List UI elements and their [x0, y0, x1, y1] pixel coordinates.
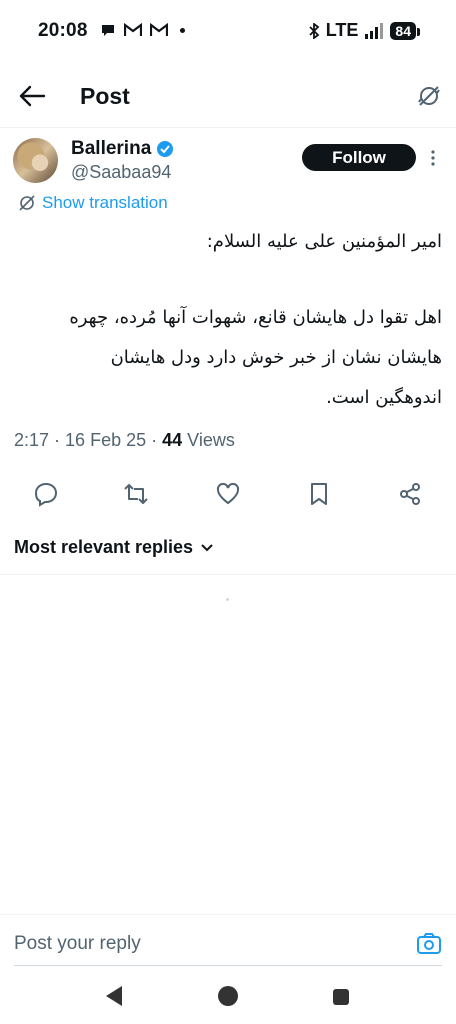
post-text-line-2: اهل تقوا دل هایشان قانع، شهوات آنها مُرد…	[69, 307, 442, 328]
repost-icon[interactable]	[123, 481, 149, 507]
author-name[interactable]: Ballerina	[71, 138, 151, 160]
reply-icon[interactable]	[33, 481, 59, 507]
replies-divider	[0, 574, 456, 575]
replies-sort-dropdown[interactable]: Most relevant replies	[14, 537, 213, 558]
author-handle[interactable]: @Saabaa94	[71, 162, 171, 183]
follow-button[interactable]: Follow	[302, 144, 416, 171]
reply-input[interactable]: Post your reply	[14, 933, 141, 955]
nav-home-icon[interactable]	[218, 986, 238, 1006]
composer-underline	[14, 965, 442, 966]
post-text-line-1: امیر المؤمنین علی علیه السلام:	[206, 231, 442, 252]
views-count[interactable]: 44	[162, 430, 182, 450]
camera-icon[interactable]	[416, 931, 442, 955]
gmail-icon	[124, 23, 142, 36]
network-type: LTE	[325, 20, 359, 40]
gmail-icon-2	[150, 23, 168, 36]
back-arrow-icon[interactable]	[18, 84, 46, 108]
views-label[interactable]: Views	[187, 430, 235, 450]
show-translation-label[interactable]: Show translation	[42, 193, 168, 213]
loading-indicator	[226, 598, 229, 601]
heart-icon[interactable]	[215, 481, 241, 507]
header-divider	[0, 127, 456, 128]
chevron-down-icon	[201, 543, 213, 551]
post-text-line-4: اندوهگین است.	[326, 387, 442, 408]
bluetooth-icon	[309, 22, 320, 39]
composer-divider	[0, 914, 456, 915]
replies-sort-label[interactable]: Most relevant replies	[14, 537, 193, 558]
status-time: 20:08	[38, 20, 88, 41]
more-options-icon[interactable]	[428, 148, 438, 168]
nav-recents-icon[interactable]	[333, 989, 349, 1005]
show-translation-link[interactable]: Show translation	[18, 193, 168, 213]
page-title: Post	[80, 83, 130, 109]
post-date: 16 Feb 25	[65, 430, 147, 450]
notification-icons	[100, 22, 185, 38]
status-right: LTE 84	[308, 20, 420, 41]
more-notifications-dot-icon	[180, 27, 185, 33]
share-icon[interactable]	[397, 481, 423, 507]
verified-badge-icon	[157, 141, 174, 157]
translate-sync-icon[interactable]	[416, 84, 442, 108]
avatar[interactable]	[13, 138, 58, 183]
post-time: 2:17	[14, 430, 50, 450]
signal-icon	[365, 22, 384, 39]
post-meta: 2:17 · 16 Feb 25 · 44 Views	[14, 430, 235, 450]
nav-back-icon[interactable]	[104, 985, 124, 1007]
chat-bubble-icon	[102, 25, 114, 36]
author-name-row[interactable]: Ballerina	[71, 138, 174, 160]
post-text-line-3: هایشان نشان از خبر خوش دارد ودل هایشان	[110, 347, 442, 368]
battery-level: 84	[390, 21, 420, 40]
translate-icon	[19, 195, 35, 211]
bookmark-icon[interactable]	[306, 481, 332, 507]
